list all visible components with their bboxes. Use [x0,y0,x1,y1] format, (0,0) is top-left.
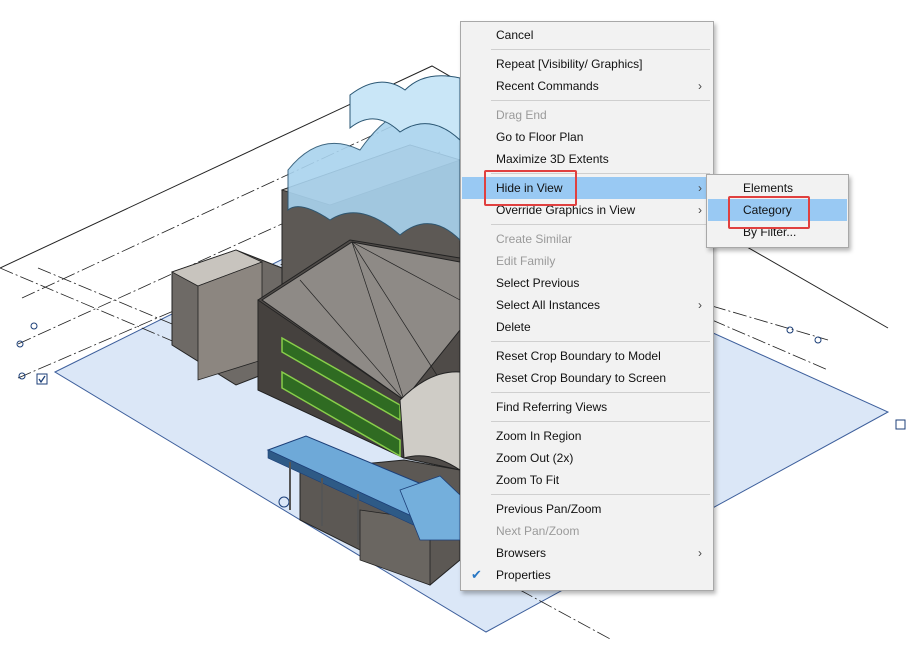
submenu-item-category[interactable]: Category [708,199,847,221]
menu-separator [491,224,710,225]
menu-item-label: Go to Floor Plan [496,130,584,144]
menu-item-override-graphics-in-view[interactable]: Override Graphics in View › [462,199,712,221]
context-menu: Cancel Repeat [Visibility/ Graphics] Rec… [460,21,714,591]
menu-item-label: Create Similar [496,232,573,246]
chevron-right-icon: › [698,79,702,93]
menu-item-properties[interactable]: ✔ Properties [462,564,712,586]
menu-item-zoom-out-2x[interactable]: Zoom Out (2x) [462,447,712,469]
square-handle-icon[interactable] [895,419,906,430]
menu-separator [491,100,710,101]
menu-item-create-similar: Create Similar [462,228,712,250]
submenu-item-by-filter[interactable]: By Filter... [708,221,847,243]
menu-item-drag-end: Drag End [462,104,712,126]
menu-separator [491,173,710,174]
menu-item-zoom-to-fit[interactable]: Zoom To Fit [462,469,712,491]
menu-item-recent-commands[interactable]: Recent Commands › [462,75,712,97]
menu-item-label: Drag End [496,108,547,122]
menu-item-next-pan-zoom: Next Pan/Zoom [462,520,712,542]
menu-separator [491,392,710,393]
submenu-item-label: Category [743,203,792,217]
chevron-right-icon: › [698,298,702,312]
menu-item-label: Delete [496,320,531,334]
menu-item-label: Previous Pan/Zoom [496,502,602,516]
menu-item-label: Zoom Out (2x) [496,451,574,465]
menu-item-label: Zoom In Region [496,429,582,443]
hide-in-view-submenu: Elements Category By Filter... [706,174,849,248]
check-icon: ✔ [471,567,482,582]
menu-item-label: Cancel [496,28,534,42]
menu-item-hide-in-view[interactable]: Hide in View › [462,177,712,199]
menu-separator [491,341,710,342]
menu-item-label: Next Pan/Zoom [496,524,580,538]
menu-separator [491,494,710,495]
menu-item-edit-family: Edit Family [462,250,712,272]
menu-item-label: Properties [496,568,551,582]
menu-separator [491,421,710,422]
menu-item-previous-pan-zoom[interactable]: Previous Pan/Zoom [462,498,712,520]
menu-item-label: Find Referring Views [496,400,608,414]
menu-item-browsers[interactable]: Browsers › [462,542,712,564]
submenu-item-label: By Filter... [743,225,797,239]
menu-item-label: Zoom To Fit [496,473,560,487]
menu-item-delete[interactable]: Delete [462,316,712,338]
menu-item-label: Maximize 3D Extents [496,152,609,166]
submenu-item-label: Elements [743,181,794,195]
chevron-right-icon: › [698,546,702,560]
menu-item-cancel[interactable]: Cancel [462,24,712,46]
chevron-right-icon: › [698,203,702,217]
menu-item-repeat-visibility-graphics[interactable]: Repeat [Visibility/ Graphics] [462,53,712,75]
menu-item-label: Repeat [Visibility/ Graphics] [496,57,643,71]
menu-item-label: Recent Commands [496,79,599,93]
menu-item-zoom-in-region[interactable]: Zoom In Region [462,425,712,447]
menu-item-maximize-3d-extents[interactable]: Maximize 3D Extents [462,148,712,170]
menu-item-label: Override Graphics in View [496,203,636,217]
menu-item-label: Select All Instances [496,298,601,312]
menu-item-select-all-instances[interactable]: Select All Instances › [462,294,712,316]
menu-item-go-to-floor-plan[interactable]: Go to Floor Plan [462,126,712,148]
chevron-right-icon: › [698,181,702,195]
menu-item-select-previous[interactable]: Select Previous [462,272,712,294]
menu-item-reset-crop-boundary-to-screen[interactable]: Reset Crop Boundary to Screen [462,367,712,389]
submenu-item-elements[interactable]: Elements [708,177,847,199]
menu-item-find-referring-views[interactable]: Find Referring Views [462,396,712,418]
menu-item-label: Browsers [496,546,547,560]
menu-item-label: Reset Crop Boundary to Screen [496,371,667,385]
checkbox-checked-icon[interactable] [36,373,48,385]
menu-item-label: Hide in View [496,181,563,195]
menu-item-reset-crop-boundary-to-model[interactable]: Reset Crop Boundary to Model [462,345,712,367]
menu-separator [491,49,710,50]
menu-item-label: Select Previous [496,276,580,290]
menu-item-label: Edit Family [496,254,556,268]
menu-item-label: Reset Crop Boundary to Model [496,349,661,363]
